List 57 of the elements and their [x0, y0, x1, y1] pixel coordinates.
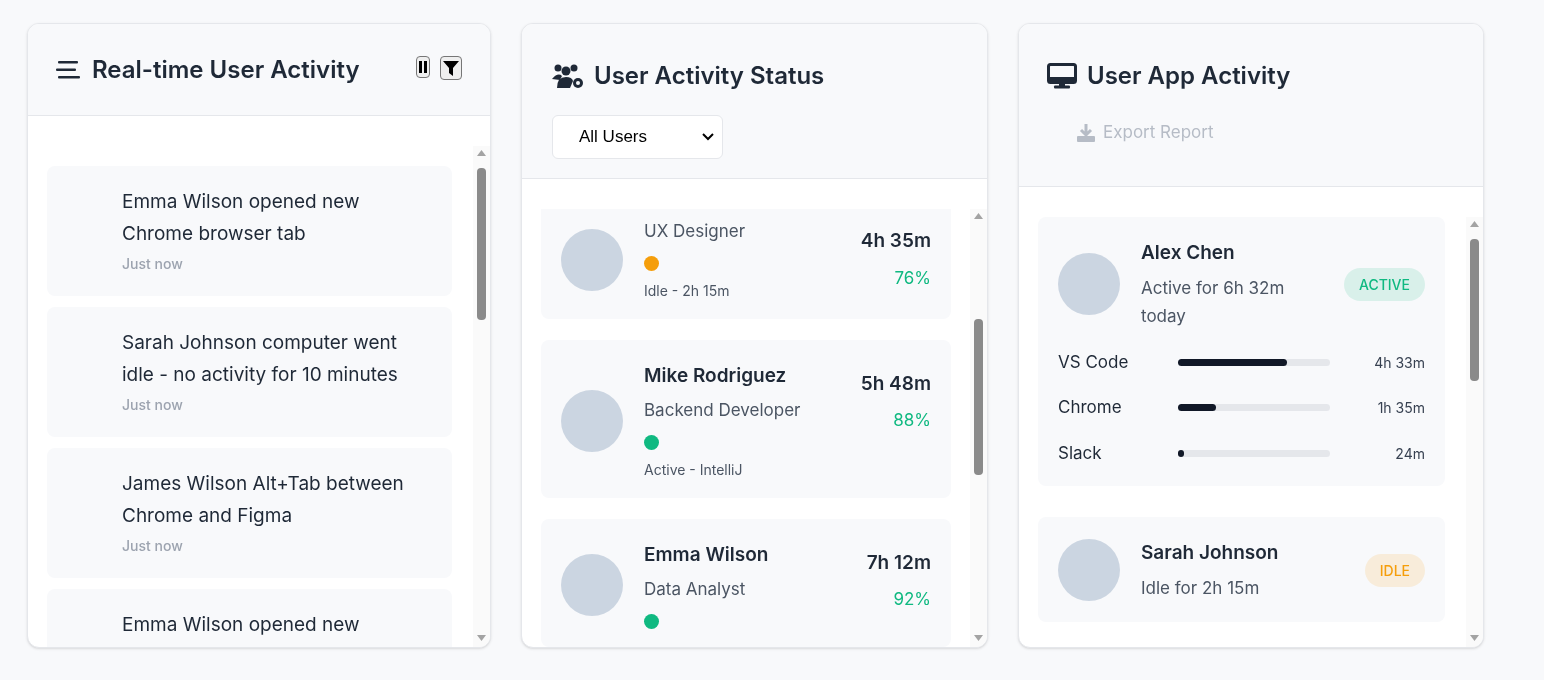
active-time: 7h 12m	[866, 549, 931, 576]
scroll-down-icon[interactable]	[1470, 635, 1479, 641]
scrollbar[interactable]	[970, 209, 987, 647]
activity-time: Just now	[122, 536, 184, 556]
scroll-down-icon[interactable]	[974, 635, 983, 641]
scroll-thumb[interactable]	[974, 319, 983, 475]
user-name: Sarah Johnson	[1141, 540, 1280, 566]
status-badge: IDLE	[1364, 553, 1425, 587]
scroll-up-icon[interactable]	[1470, 221, 1479, 227]
monitor-icon	[1047, 63, 1077, 89]
scroll-up-icon[interactable]	[477, 150, 486, 156]
activity-text: Emma Wilson opened new	[122, 612, 361, 638]
pause-icon	[419, 61, 427, 73]
scroll-thumb[interactable]	[477, 168, 486, 320]
user-summary: Idle for 2h 15m	[1141, 576, 1261, 600]
menu-icon	[56, 60, 80, 79]
scroll-thumb[interactable]	[1470, 239, 1479, 381]
user-role: Data Analyst	[644, 578, 747, 601]
user-role: Backend Developer	[644, 399, 802, 422]
download-icon	[1077, 123, 1095, 142]
scrollbar[interactable]	[473, 146, 490, 647]
status-detail: Idle - 2h 15m	[644, 280, 731, 301]
panel-title: User App Activity	[1087, 60, 1291, 92]
activity-time: Just now	[122, 254, 184, 274]
app-time: 1h 35m	[1376, 398, 1425, 419]
active-time: 4h 35m	[860, 228, 931, 254]
app-name: Chrome	[1058, 396, 1123, 419]
status-badge: ACTIVE	[1344, 267, 1425, 301]
activity-text: James Wilson Alt+Tab between Chrome and Figma	[122, 471, 405, 529]
productivity-percent: 88%	[893, 409, 931, 432]
panel-title: User Activity Status	[594, 60, 825, 92]
user-name: Mike Rodriguez	[644, 362, 788, 389]
scrollbar[interactable]	[1466, 217, 1483, 647]
app-name: Slack	[1058, 441, 1103, 465]
panel-title: Real-time User Activity	[92, 53, 360, 86]
scroll-up-icon[interactable]	[974, 213, 983, 219]
user-name: Alex Chen	[1141, 240, 1236, 266]
app-time: 4h 33m	[1373, 352, 1425, 373]
filter-button[interactable]	[440, 56, 462, 80]
user-name: Emma Wilson	[644, 541, 770, 568]
productivity-percent: 76%	[894, 266, 931, 290]
pause-button[interactable]	[416, 56, 430, 78]
users-gear-icon	[552, 63, 584, 89]
activity-time: Just now	[122, 395, 184, 415]
user-summary: Active for 6h 32m today	[1141, 276, 1286, 328]
chevron-down-icon	[702, 133, 714, 141]
user-filter-dropdown[interactable]: All Users	[552, 115, 723, 159]
app-time: 24m	[1394, 443, 1425, 464]
status-detail: Active - IntelliJ	[644, 459, 744, 480]
filter-icon	[443, 60, 459, 76]
activity-text: Sarah Johnson computer went idle - no activity for 10 minutes	[122, 330, 399, 388]
active-time: 5h 48m	[860, 370, 931, 397]
productivity-percent: 92%	[893, 588, 931, 611]
activity-text: Emma Wilson opened new Chrome browser tab	[122, 189, 361, 247]
scroll-down-icon[interactable]	[477, 635, 486, 641]
user-role: UX Designer	[644, 220, 747, 243]
app-name: VS Code	[1058, 350, 1130, 374]
